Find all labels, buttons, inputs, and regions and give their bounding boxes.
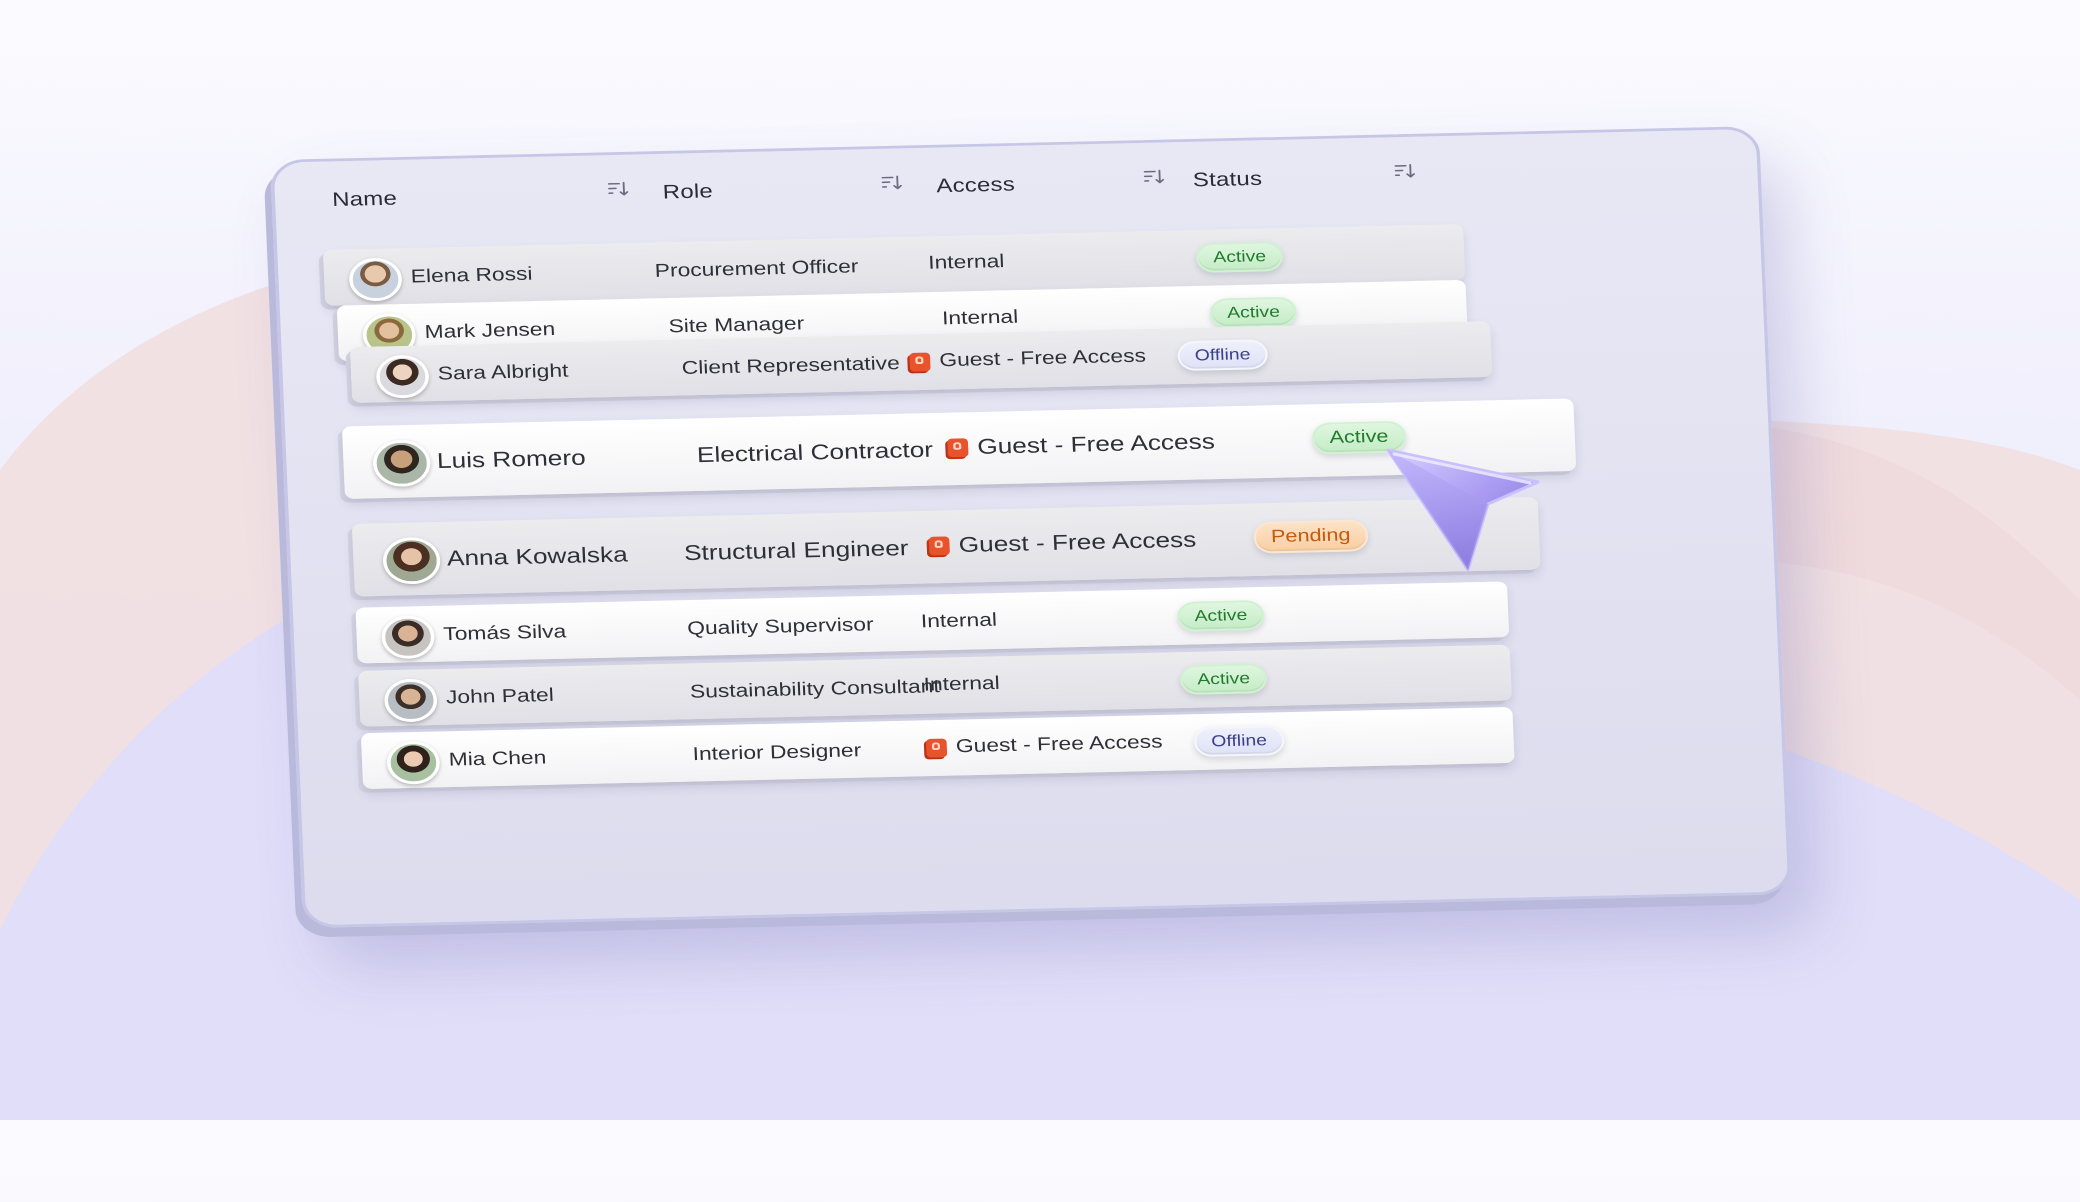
status-badge: Active bbox=[1176, 599, 1266, 632]
row-role: Interior Designer bbox=[692, 740, 862, 765]
table-row[interactable]: Anna Kowalska Structural Engineer Guest … bbox=[351, 496, 1541, 597]
access-text: Internal bbox=[927, 251, 1005, 274]
access-text: Internal bbox=[941, 306, 1019, 329]
avatar bbox=[372, 439, 432, 488]
row-role: Sustainability Consultant bbox=[689, 676, 941, 703]
row-access: Internal bbox=[923, 673, 1000, 696]
status-badge: Pending bbox=[1253, 519, 1369, 554]
row-name: John Patel bbox=[445, 685, 555, 709]
lock-icon bbox=[947, 437, 969, 457]
row-role: Site Manager bbox=[668, 313, 805, 338]
cursor-arrow-icon bbox=[1386, 448, 1540, 572]
row-name: Elena Rossi bbox=[410, 263, 533, 288]
status-badge: Offline bbox=[1193, 725, 1285, 758]
row-name: Tomás Silva bbox=[442, 621, 567, 645]
row-role: Structural Engineer bbox=[683, 535, 909, 565]
sort-icon[interactable] bbox=[1141, 167, 1169, 190]
avatar bbox=[380, 615, 436, 660]
avatar bbox=[348, 257, 403, 302]
lock-icon bbox=[925, 738, 948, 758]
row-access: Guest - Free Access bbox=[928, 527, 1197, 558]
row-name: Luis Romero bbox=[436, 445, 587, 473]
column-header-status[interactable]: Status bbox=[1192, 168, 1262, 192]
row-access: Guest - Free Access bbox=[909, 346, 1146, 373]
row-access: Guest - Free Access bbox=[947, 429, 1215, 460]
access-text: Internal bbox=[923, 673, 1001, 696]
row-name: Mia Chen bbox=[448, 747, 547, 771]
sort-icon[interactable] bbox=[605, 179, 633, 202]
row-role: Quality Supervisor bbox=[686, 614, 875, 640]
lock-icon bbox=[909, 352, 931, 372]
status-badge: Active bbox=[1195, 241, 1284, 273]
column-header-name[interactable]: Name bbox=[332, 188, 398, 212]
row-name: Anna Kowalska bbox=[446, 541, 629, 571]
status-badge: Offline bbox=[1177, 339, 1269, 372]
row-name: Mark Jensen bbox=[424, 319, 556, 343]
access-text: Guest - Free Access bbox=[955, 731, 1163, 757]
sort-icon[interactable] bbox=[879, 172, 907, 195]
column-header-role[interactable]: Role bbox=[662, 181, 713, 204]
lock-icon bbox=[928, 535, 950, 556]
row-access: Guest - Free Access bbox=[925, 731, 1163, 759]
data-table-card: Name Role Access Status Elena Rossi Proc… bbox=[270, 126, 1792, 929]
row-access: Internal bbox=[928, 251, 1005, 274]
column-header-access[interactable]: Access bbox=[936, 174, 1015, 198]
row-name: Sara Albright bbox=[437, 360, 569, 385]
access-text: Guest - Free Access bbox=[976, 428, 1216, 459]
status-badge: Active bbox=[1179, 663, 1268, 695]
access-text: Internal bbox=[920, 609, 998, 633]
row-role: Client Representative bbox=[681, 353, 901, 379]
status-badge: Active bbox=[1209, 296, 1298, 329]
sort-icon[interactable] bbox=[1392, 161, 1420, 184]
row-access: Internal bbox=[942, 307, 1019, 330]
avatar bbox=[375, 354, 430, 399]
avatar bbox=[383, 678, 438, 723]
avatar bbox=[386, 740, 441, 785]
avatar bbox=[382, 536, 442, 585]
access-text: Guest - Free Access bbox=[958, 527, 1197, 557]
row-role: Procurement Officer bbox=[654, 256, 859, 282]
row-access: Internal bbox=[920, 610, 997, 633]
access-text: Guest - Free Access bbox=[938, 345, 1147, 371]
row-role: Electrical Contractor bbox=[696, 437, 934, 467]
table-panel-3d: Name Role Access Status Elena Rossi Proc… bbox=[270, 106, 2080, 1202]
